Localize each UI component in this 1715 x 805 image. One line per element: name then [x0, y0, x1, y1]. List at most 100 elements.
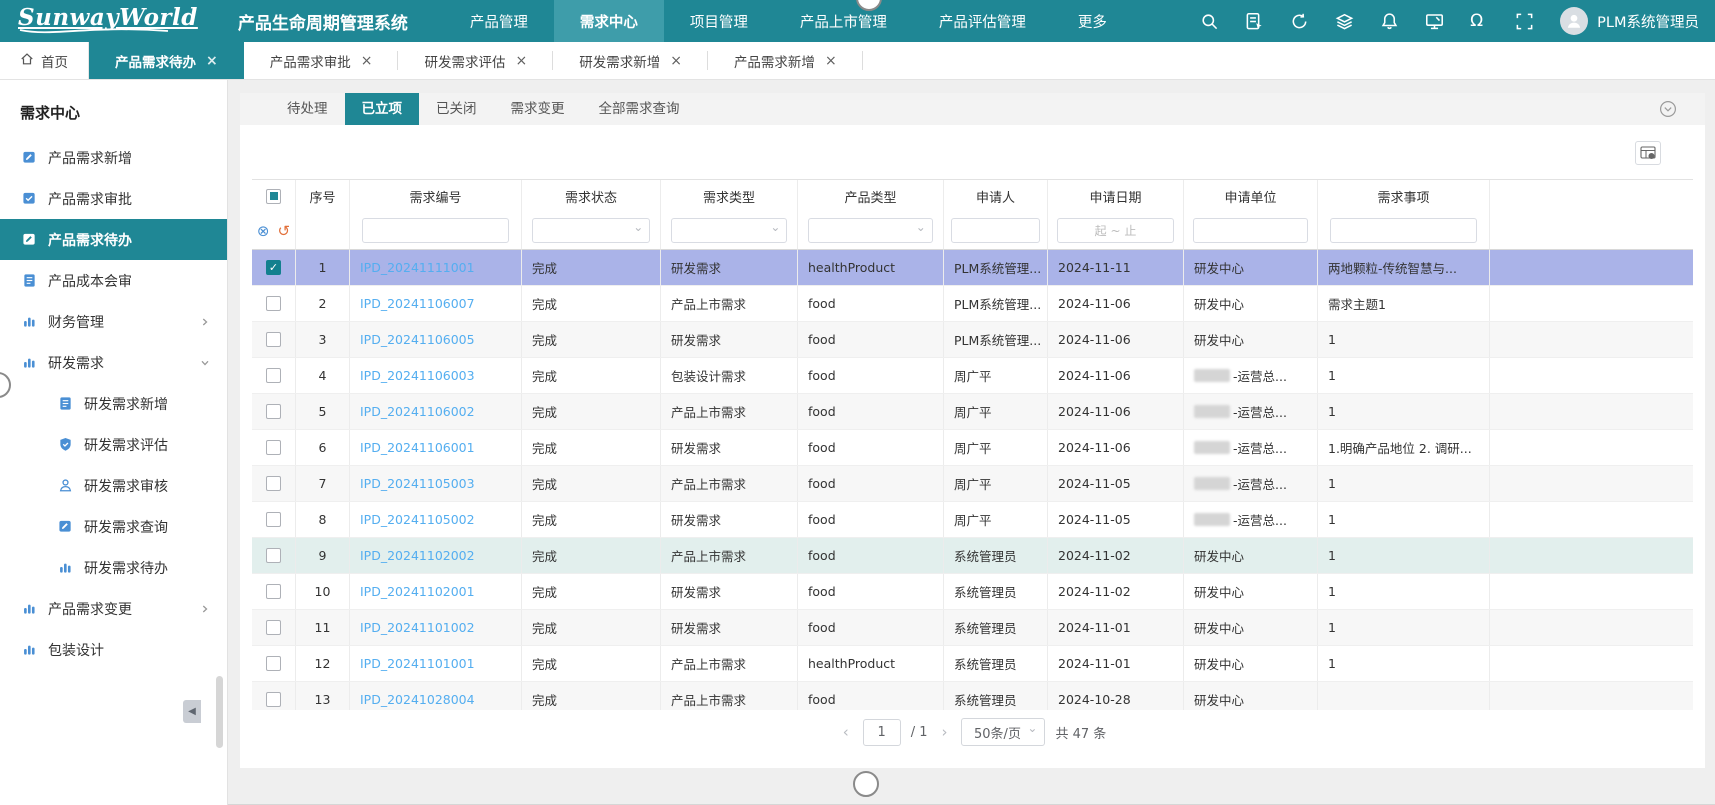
sidebar-item-6[interactable]: 研发需求新增 — [0, 383, 227, 424]
splitter-handle-bottom[interactable] — [853, 771, 879, 797]
req-id-link[interactable]: IPD_20241111001 — [360, 260, 475, 275]
prev-page-button[interactable]: ‹ — [839, 723, 853, 741]
filter-select-col-5[interactable] — [808, 218, 933, 243]
nav-item-4[interactable]: 产品评估管理 — [913, 0, 1052, 42]
row-checkbox[interactable] — [266, 476, 281, 491]
page-tab-4[interactable]: 产品需求新增× — [708, 42, 863, 79]
page-size-select[interactable]: 50条/页 — [961, 718, 1045, 746]
form-icon[interactable] — [1245, 12, 1264, 31]
table-row[interactable]: 13IPD_20241028004完成产品上市需求food系统管理员2024-1… — [252, 682, 1693, 710]
nav-item-0[interactable]: 产品管理 — [444, 0, 554, 42]
status-tab-3[interactable]: 需求变更 — [494, 93, 582, 125]
sidebar-item-2[interactable]: 产品需求待办 — [0, 219, 227, 260]
close-icon[interactable]: × — [670, 54, 682, 68]
row-checkbox[interactable] — [266, 332, 281, 347]
req-id-link[interactable]: IPD_20241105003 — [360, 476, 475, 491]
sidebar-scrollbar-thumb[interactable] — [216, 676, 223, 748]
collapse-panel-icon[interactable] — [1659, 100, 1677, 118]
refresh-icon[interactable] — [1290, 12, 1309, 31]
sidebar-item-3[interactable]: 产品成本会审 — [0, 260, 227, 301]
status-tab-1[interactable]: 已立项 — [345, 93, 420, 125]
table-settings-button[interactable] — [1635, 141, 1661, 165]
nav-item-3[interactable]: 产品上市管理 — [774, 0, 913, 42]
omega-icon[interactable]: Ω — [1470, 12, 1489, 31]
row-checkbox[interactable] — [266, 404, 281, 419]
page-tab-1[interactable]: 产品需求审批× — [244, 42, 399, 79]
sidebar-item-0[interactable]: 产品需求新增 — [0, 137, 227, 178]
sidebar-item-1[interactable]: 产品需求审批 — [0, 178, 227, 219]
nav-item-2[interactable]: 项目管理 — [664, 0, 774, 42]
table-row[interactable]: ✓1IPD_20241111001完成研发需求healthProductPLM系… — [252, 250, 1693, 286]
horizontal-splitter[interactable] — [228, 768, 1715, 805]
table-row[interactable]: 8IPD_20241105002完成研发需求food周广平2024-11-05-… — [252, 502, 1693, 538]
status-tab-0[interactable]: 待处理 — [270, 93, 345, 125]
req-id-link[interactable]: IPD_20241101001 — [360, 656, 475, 671]
filter-input-col-2[interactable] — [362, 218, 509, 243]
chevron-down-icon[interactable] — [199, 357, 211, 369]
sidebar-item-12[interactable]: 包装设计 — [0, 629, 227, 670]
req-id-link[interactable]: IPD_20241028004 — [360, 692, 475, 707]
page-tab-3[interactable]: 研发需求新增× — [553, 42, 708, 79]
screen-edit-icon[interactable] — [1425, 12, 1444, 31]
sidebar-item-10[interactable]: 研发需求待办 — [0, 547, 227, 588]
sidebar-item-9[interactable]: 研发需求查询 — [0, 506, 227, 547]
req-id-link[interactable]: IPD_20241102001 — [360, 584, 475, 599]
clear-selection-icon[interactable]: ⊗ — [257, 222, 270, 240]
req-id-link[interactable]: IPD_20241101002 — [360, 620, 475, 635]
fullscreen-icon[interactable] — [1515, 12, 1534, 31]
logo[interactable]: SunwayWorld — [18, 6, 198, 36]
sidebar-item-7[interactable]: 研发需求评估 — [0, 424, 227, 465]
row-checkbox[interactable] — [266, 440, 281, 455]
close-icon[interactable]: × — [825, 54, 837, 68]
next-page-button[interactable]: › — [937, 723, 951, 741]
status-tab-4[interactable]: 全部需求查询 — [582, 93, 697, 125]
layers-icon[interactable] — [1335, 12, 1354, 31]
req-id-link[interactable]: IPD_20241102002 — [360, 548, 475, 563]
bell-icon[interactable] — [1380, 12, 1399, 31]
chevron-right-icon[interactable] — [199, 316, 211, 328]
table-row[interactable]: 6IPD_20241106001完成研发需求food周广平2024-11-06-… — [252, 430, 1693, 466]
nav-item-5[interactable]: 更多 — [1052, 0, 1133, 42]
row-checkbox[interactable] — [266, 656, 281, 671]
reset-filters-icon[interactable]: ↺ — [278, 222, 291, 240]
filter-input-col-6[interactable] — [951, 218, 1040, 243]
row-checkbox[interactable] — [266, 692, 281, 707]
row-checkbox[interactable]: ✓ — [266, 260, 281, 275]
req-id-link[interactable]: IPD_20241106007 — [360, 296, 475, 311]
table-row[interactable]: 3IPD_20241106005完成研发需求foodPLM系统管理...2024… — [252, 322, 1693, 358]
filter-select-col-4[interactable] — [671, 218, 788, 243]
table-row[interactable]: 7IPD_20241105003完成产品上市需求food周广平2024-11-0… — [252, 466, 1693, 502]
sidebar-item-11[interactable]: 产品需求变更 — [0, 588, 227, 629]
table-row[interactable]: 12IPD_20241101001完成产品上市需求healthProduct系统… — [252, 646, 1693, 682]
req-id-link[interactable]: IPD_20241106001 — [360, 440, 475, 455]
nav-item-1[interactable]: 需求中心 — [554, 0, 664, 42]
table-row[interactable]: 10IPD_20241102001完成研发需求food系统管理员2024-11-… — [252, 574, 1693, 610]
req-id-link[interactable]: IPD_20241106003 — [360, 368, 475, 383]
table-row[interactable]: 11IPD_20241101002完成研发需求food系统管理员2024-11-… — [252, 610, 1693, 646]
sidebar-item-8[interactable]: 研发需求审核 — [0, 465, 227, 506]
filter-select-col-3[interactable] — [532, 218, 651, 243]
filter-input-col-9[interactable] — [1330, 218, 1477, 243]
row-checkbox[interactable] — [266, 584, 281, 599]
search-icon[interactable] — [1200, 12, 1219, 31]
row-checkbox[interactable] — [266, 512, 281, 527]
page-tab-0[interactable]: 产品需求待办× — [89, 42, 244, 79]
table-row[interactable]: 4IPD_20241106003完成包装设计需求food周广平2024-11-0… — [252, 358, 1693, 394]
row-checkbox[interactable] — [266, 548, 281, 563]
page-tab-2[interactable]: 研发需求评估× — [398, 42, 553, 79]
row-checkbox[interactable] — [266, 368, 281, 383]
status-tab-2[interactable]: 已关闭 — [419, 93, 494, 125]
table-row[interactable]: 5IPD_20241106002完成产品上市需求food周广平2024-11-0… — [252, 394, 1693, 430]
table-row[interactable]: 2IPD_20241106007完成产品上市需求foodPLM系统管理...20… — [252, 286, 1693, 322]
close-icon[interactable]: × — [361, 54, 373, 68]
select-all-checkbox[interactable] — [266, 189, 281, 204]
close-icon[interactable]: × — [206, 54, 218, 68]
filter-input-col-8[interactable] — [1193, 218, 1307, 243]
sidebar-item-4[interactable]: 财务管理 — [0, 301, 227, 342]
filter-date-range-input[interactable] — [1057, 218, 1173, 243]
sidebar-item-5[interactable]: 研发需求 — [0, 342, 227, 383]
req-id-link[interactable]: IPD_20241106005 — [360, 332, 475, 347]
user-menu[interactable]: PLM系统管理员 — [1560, 7, 1699, 35]
req-id-link[interactable]: IPD_20241106002 — [360, 404, 475, 419]
chevron-right-icon[interactable] — [199, 603, 211, 615]
